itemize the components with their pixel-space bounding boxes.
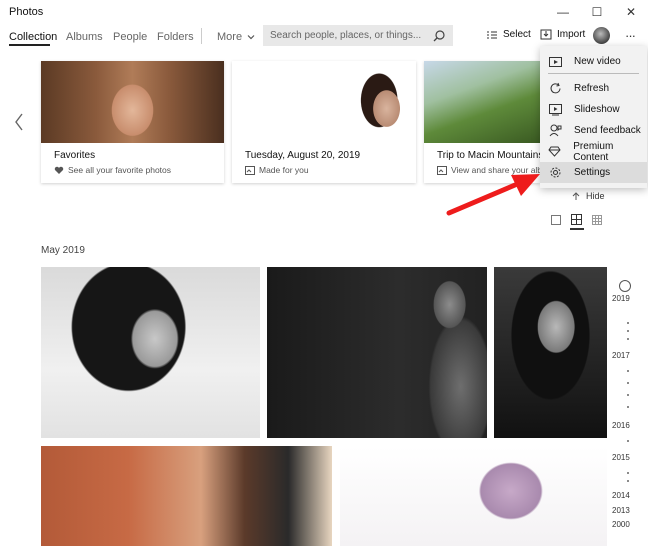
more-label: More: [217, 31, 243, 43]
more-dropdown[interactable]: More: [217, 31, 255, 43]
select-button[interactable]: Select: [486, 29, 531, 40]
timeline-year[interactable]: 2016: [612, 421, 630, 430]
import-label: Import: [557, 29, 586, 40]
title-bar: Photos — ☐ ✕: [0, 0, 648, 24]
select-icon: [487, 31, 497, 38]
minimize-button[interactable]: —: [546, 0, 580, 24]
menu-item-label: Refresh: [574, 83, 610, 94]
auto-album-icon: [245, 165, 255, 175]
maximize-icon: ☐: [591, 5, 603, 19]
photo-thumbnail[interactable]: [494, 267, 607, 438]
featured-card-day[interactable]: Tuesday, August 20, 2019 Made for you: [232, 61, 416, 183]
photo-thumbnail[interactable]: [41, 446, 332, 546]
photo-thumbnail[interactable]: [267, 267, 487, 438]
featured-card-favorites[interactable]: Favorites See all your favorite photos: [41, 61, 224, 183]
refresh-icon: [548, 82, 562, 96]
feedback-icon: [548, 124, 562, 138]
timeline-tick: [627, 480, 629, 482]
timeline-year[interactable]: 2015: [612, 453, 630, 462]
timeline-tick: [627, 322, 629, 324]
timeline-year[interactable]: 2013: [612, 506, 630, 515]
card-image: [41, 61, 224, 143]
close-icon: ✕: [625, 5, 637, 19]
menu-item-label: Send feedback: [574, 125, 641, 136]
timeline-tick: [627, 338, 629, 340]
card-title: Trip to Macin Mountains: [437, 150, 540, 161]
more-options-button[interactable]: ···: [625, 28, 636, 43]
hide-button[interactable]: Hide: [572, 191, 605, 201]
video-icon: [548, 55, 562, 69]
menu-item-new-video[interactable]: New video: [540, 51, 647, 72]
card-subtitle: See all your favorite photos: [54, 165, 171, 175]
tab-folders[interactable]: Folders: [157, 31, 194, 43]
timeline-tick: [627, 394, 629, 396]
search-input[interactable]: Search people, places, or things...: [270, 30, 421, 41]
tab-underline: [9, 44, 50, 46]
menu-item-send-feedback[interactable]: Send feedback: [540, 120, 647, 141]
heart-icon: [54, 166, 64, 174]
menu-item-label: Premium Content: [573, 140, 614, 163]
menu-item-refresh[interactable]: Refresh: [540, 78, 647, 99]
import-icon: [540, 29, 552, 40]
tab-collection[interactable]: Collection: [9, 31, 57, 43]
menu-item-label: Settings: [574, 167, 611, 178]
card-subtitle-text: Made for you: [259, 165, 309, 175]
nav-divider: [201, 28, 202, 44]
timeline-year[interactable]: 2017: [612, 351, 630, 360]
photo-thumbnail[interactable]: [340, 446, 607, 546]
arrow-up-icon: [572, 191, 580, 200]
avatar[interactable]: [593, 27, 610, 44]
photo-thumbnail[interactable]: [41, 267, 260, 438]
section-date-header: May 2019: [41, 245, 85, 256]
timeline-tick: [627, 440, 629, 442]
timeline-tick: [627, 406, 629, 408]
diamond-icon: [548, 145, 561, 159]
menu-item-premium-content[interactable]: Premium Content: [540, 140, 647, 163]
tab-people[interactable]: People: [113, 31, 147, 43]
chevron-left-icon[interactable]: [14, 113, 24, 131]
gear-icon: [548, 166, 562, 180]
timeline-year[interactable]: 2019: [612, 294, 630, 303]
menu-item-label: New video: [574, 56, 621, 67]
maximize-button[interactable]: ☐: [580, 0, 614, 24]
card-title: Tuesday, August 20, 2019: [245, 150, 361, 161]
chevron-down-icon: [247, 35, 255, 40]
card-image: [424, 61, 540, 143]
hide-label: Hide: [586, 191, 605, 201]
menu-item-settings[interactable]: Settings: [540, 162, 647, 183]
more-options-menu: New video Refresh Slideshow Send feedbac…: [540, 46, 647, 188]
card-image: [232, 61, 416, 143]
minimize-icon: —: [557, 5, 569, 19]
menu-item-slideshow[interactable]: Slideshow: [540, 99, 647, 120]
menu-item-label: Slideshow: [574, 104, 620, 115]
search-box[interactable]: Search people, places, or things...: [263, 25, 453, 46]
timeline-tick: [627, 382, 629, 384]
timeline-tick: [627, 370, 629, 372]
timeline-year[interactable]: 2000: [612, 520, 630, 529]
menu-divider: [548, 73, 639, 74]
search-icon[interactable]: [431, 28, 447, 44]
window-title: Photos: [9, 6, 44, 18]
slideshow-icon: [548, 103, 562, 117]
tab-albums[interactable]: Albums: [66, 31, 103, 43]
close-button[interactable]: ✕: [614, 0, 648, 24]
import-button[interactable]: Import: [540, 29, 585, 40]
timeline-tick: [627, 330, 629, 332]
red-arrow-annotation: [446, 174, 540, 216]
select-label: Select: [503, 29, 531, 40]
timeline-handle[interactable]: [619, 280, 631, 292]
timeline-tick: [627, 472, 629, 474]
timeline-year[interactable]: 2014: [612, 491, 630, 500]
card-title: Favorites: [54, 150, 96, 161]
large-view-icon[interactable]: [551, 215, 561, 225]
card-subtitle-text: See all your favorite photos: [68, 165, 172, 175]
card-subtitle: Made for you: [245, 165, 309, 175]
small-grid-icon[interactable]: [592, 215, 602, 225]
medium-grid-icon: [571, 214, 582, 225]
medium-view-toggle[interactable]: [570, 212, 584, 230]
